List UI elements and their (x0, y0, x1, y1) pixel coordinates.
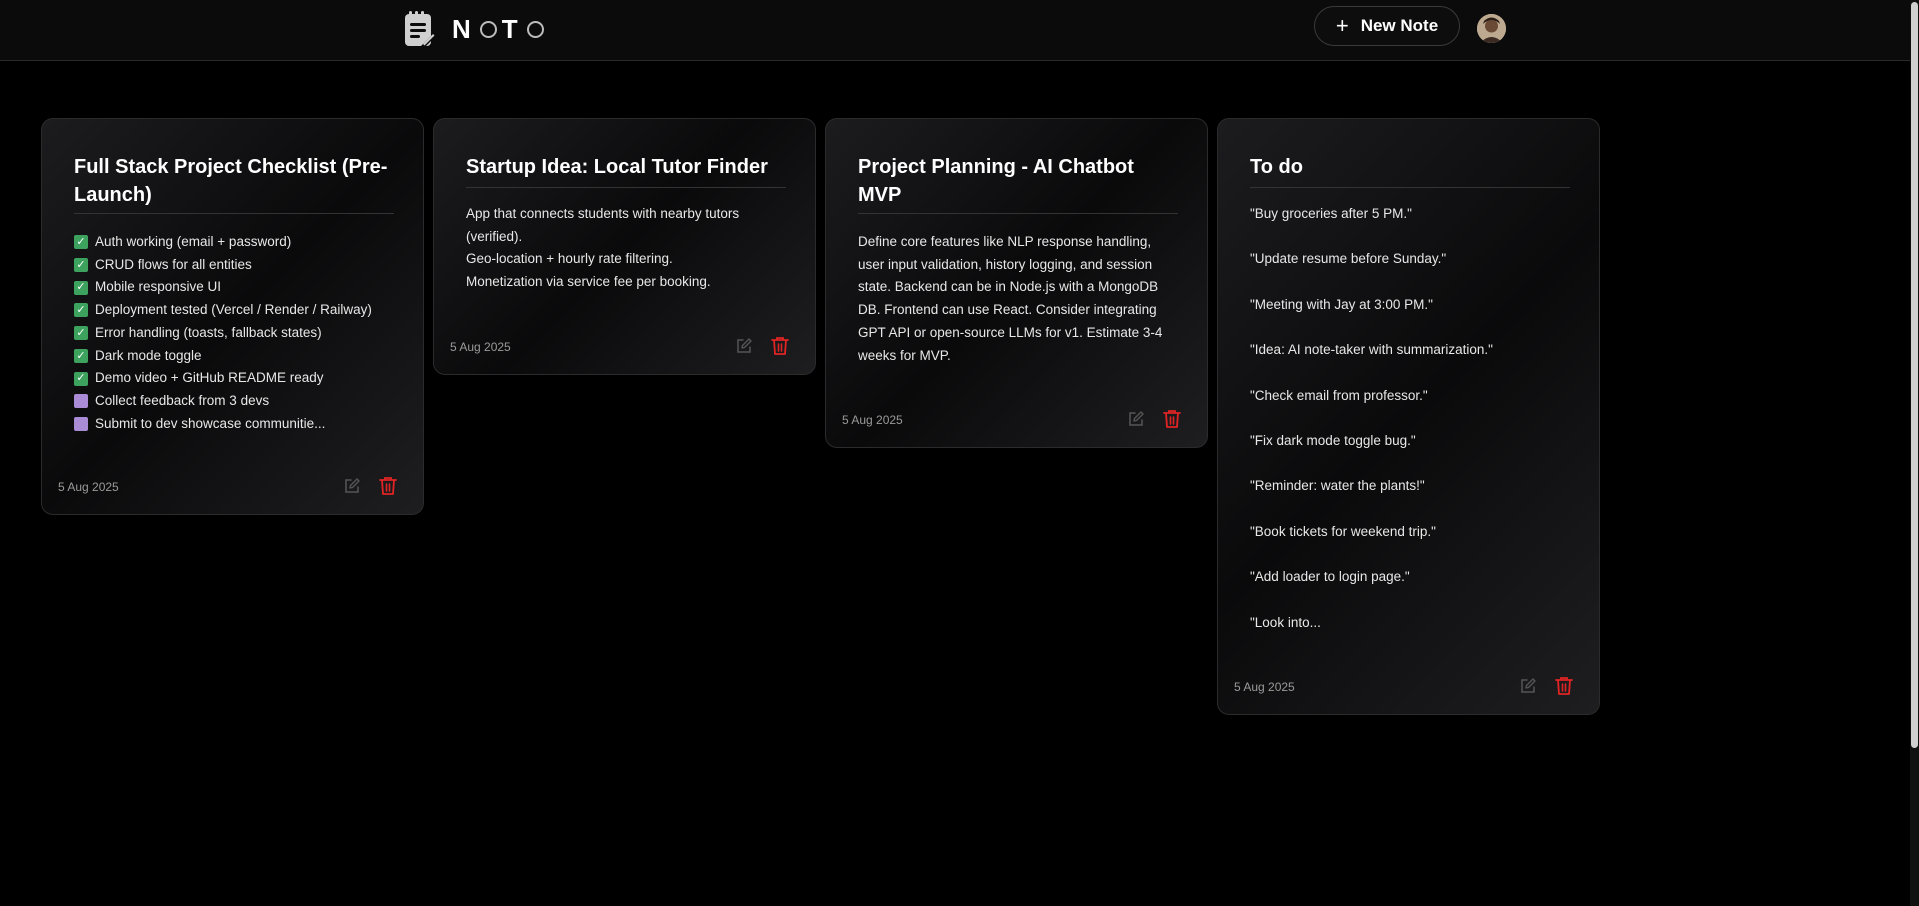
checklist-item: ✓ Dark mode toggle (74, 345, 394, 368)
note-divider (466, 187, 786, 188)
edit-icon[interactable] (1519, 677, 1537, 695)
note-title: Full Stack Project Checklist (Pre-Launch… (74, 156, 388, 206)
note-body: App that connects students with nearby t… (466, 203, 786, 294)
note-body: "Buy groceries after 5 PM." "Update resu… (1250, 203, 1570, 657)
note-date: 5 Aug 2025 (450, 340, 511, 354)
logo-ring-icon (479, 20, 497, 38)
checked-box-icon: ✓ (74, 258, 88, 273)
todo-line: "Add loader to login page." (1250, 569, 1410, 585)
checklist-item-text: Submit to dev showcase communitie... (95, 415, 326, 431)
logo-letter-n: N (452, 13, 475, 44)
edit-icon[interactable] (735, 337, 753, 355)
page-scrollbar[interactable] (1910, 0, 1919, 906)
unchecked-box-icon (74, 416, 88, 431)
top-bar: N T + New Note (0, 0, 1910, 61)
logo-letter-t: T (501, 13, 522, 44)
checklist-item-text: Deployment tested (Vercel / Render / Rai… (95, 302, 372, 318)
checked-box-icon: ✓ (74, 348, 88, 363)
notepad-icon (405, 11, 436, 48)
user-avatar[interactable] (1477, 14, 1506, 43)
checklist-item-text: CRUD flows for all entities (95, 256, 252, 272)
logo-ring-icon (526, 20, 544, 38)
todo-line: "Update resume before Sunday." (1250, 251, 1447, 267)
note-body: Define core features like NLP response h… (858, 234, 1163, 363)
checklist-item-text: Collect feedback from 3 devs (95, 392, 270, 408)
checklist-item: ✓ Error handling (toasts, fallback state… (74, 322, 394, 345)
app-wordmark: N T (452, 14, 549, 45)
note-line: Geo-location + hourly rate filtering. (466, 251, 673, 267)
checked-box-icon: ✓ (74, 326, 88, 341)
checked-box-icon: ✓ (74, 280, 88, 295)
plus-icon: + (1335, 13, 1349, 38)
todo-line: "Look into... (1250, 614, 1321, 630)
note-date: 5 Aug 2025 (58, 480, 119, 494)
checked-box-icon: ✓ (74, 371, 88, 386)
todo-line: "Fix dark mode toggle bug." (1250, 432, 1416, 448)
checklist-item-text: Auth working (email + password) (95, 234, 292, 249)
note-title: Project Planning - AI Chatbot MVP (858, 156, 1134, 206)
note-card[interactable]: To do "Buy groceries after 5 PM." "Updat… (1217, 118, 1600, 715)
trash-icon[interactable] (1163, 409, 1181, 429)
note-date: 5 Aug 2025 (1234, 680, 1295, 694)
note-divider (1250, 187, 1570, 188)
checklist-item: ✓ CRUD flows for all entities (74, 254, 394, 277)
todo-line: "Idea: AI note-taker with summarization.… (1250, 342, 1493, 358)
checklist-item-text: Demo video + GitHub README ready (95, 370, 324, 386)
trash-icon[interactable] (771, 336, 789, 356)
note-card[interactable]: Startup Idea: Local Tutor Finder App tha… (433, 118, 816, 375)
checklist-item: ✓ Mobile responsive UI (74, 276, 394, 299)
todo-line: "Check email from professor." (1250, 387, 1428, 403)
note-card[interactable]: Full Stack Project Checklist (Pre-Launch… (41, 118, 424, 515)
checklist-item: Collect feedback from 3 devs (74, 390, 394, 413)
checklist-item: ✓ Demo video + GitHub README ready (74, 367, 394, 390)
scrollbar-thumb[interactable] (1911, 2, 1918, 748)
app-logo[interactable]: N T (403, 10, 549, 48)
todo-line: "Buy groceries after 5 PM." (1250, 206, 1412, 221)
note-checklist: ✓ Auth working (email + password) ✓ CRUD… (74, 231, 394, 435)
checklist-item-text: Dark mode toggle (95, 347, 202, 363)
checked-box-icon: ✓ (74, 235, 88, 250)
todo-line: "Meeting with Jay at 3:00 PM." (1250, 296, 1433, 312)
avatar-image (1477, 14, 1506, 43)
todo-line: "Reminder: water the plants!" (1250, 478, 1425, 494)
checklist-item-text: Mobile responsive UI (95, 279, 222, 295)
note-card[interactable]: Project Planning - AI Chatbot MVP Define… (825, 118, 1208, 448)
trash-icon[interactable] (379, 476, 397, 496)
note-title: Startup Idea: Local Tutor Finder (466, 156, 768, 178)
checklist-item: ✓ Deployment tested (Vercel / Render / R… (74, 299, 394, 322)
note-divider (858, 213, 1178, 214)
note-line: Monetization via service fee per booking… (466, 274, 711, 290)
edit-icon[interactable] (343, 477, 361, 495)
todo-line: "Book tickets for weekend trip." (1250, 523, 1436, 539)
checked-box-icon: ✓ (74, 303, 88, 318)
checklist-item: ✓ Auth working (email + password) (74, 231, 394, 254)
checklist-item: Submit to dev showcase communitie... (74, 413, 394, 436)
unchecked-box-icon (74, 394, 88, 409)
new-note-button[interactable]: + New Note (1314, 6, 1460, 46)
note-line: App that connects students with nearby t… (466, 206, 740, 244)
new-note-label: New Note (1360, 16, 1439, 35)
note-title: To do (1250, 156, 1303, 178)
checklist-item-text: Error handling (toasts, fallback states) (95, 324, 322, 340)
edit-icon[interactable] (1127, 410, 1145, 428)
trash-icon[interactable] (1555, 676, 1573, 696)
note-date: 5 Aug 2025 (842, 413, 903, 427)
note-divider (74, 213, 394, 214)
